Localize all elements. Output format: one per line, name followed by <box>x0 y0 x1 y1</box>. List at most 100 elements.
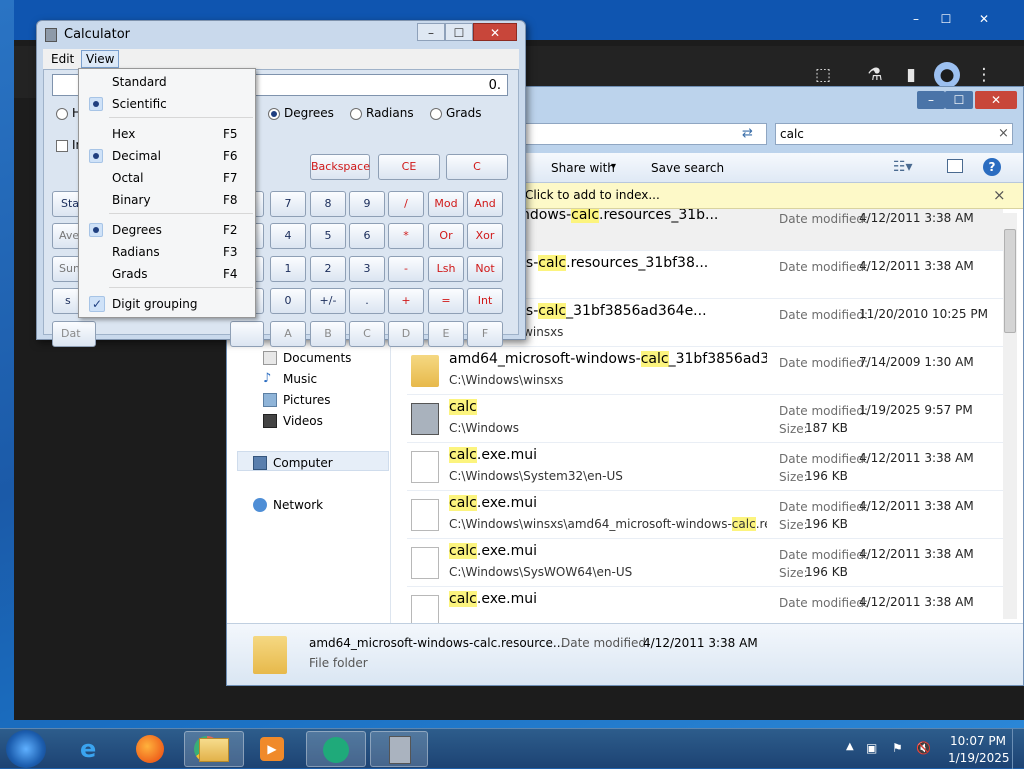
clock-time[interactable]: 10:07 PM <box>950 734 1006 748</box>
nav-item-network[interactable]: Network <box>273 498 323 512</box>
key-9[interactable]: 9 <box>349 191 385 217</box>
result-row[interactable]: calc C:\Windows Date modified: 1/19/2025 9:… <box>407 395 1003 443</box>
view-menu-item-degrees[interactable]: Degrees F2 <box>79 219 255 241</box>
view-menu-item-grads[interactable]: Grads F4 <box>79 263 255 285</box>
key-decimal[interactable]: . <box>349 288 385 314</box>
key-5[interactable]: 5 <box>310 223 346 249</box>
view-menu-item-standard[interactable]: Standard <box>79 71 255 93</box>
view-menu-item-scientific[interactable]: Scientific <box>79 93 255 115</box>
key-plus[interactable]: + <box>388 288 424 314</box>
save-search-button[interactable]: Save search <box>651 161 724 175</box>
view-menu-item-octal[interactable]: Octal F7 <box>79 167 255 189</box>
key-8[interactable]: 8 <box>310 191 346 217</box>
result-row[interactable]: calc.exe.mui C:\Windows\SysWOW64\en-US Dat… <box>407 539 1003 587</box>
taskbar-media-player[interactable]: ▶ <box>244 731 302 767</box>
key-minus[interactable]: - <box>388 256 424 282</box>
result-row[interactable]: calc.exe.mui C:\Windows\System32\en-US Dat… <box>407 443 1003 491</box>
result-row[interactable]: calc.exe.mui C:\Windows\winsxs\amd64_micr… <box>407 491 1003 539</box>
result-name[interactable]: calc.exe.mui <box>449 447 767 463</box>
key-d[interactable]: D <box>388 321 424 347</box>
key-1[interactable]: 1 <box>270 256 306 282</box>
key-c[interactable]: C <box>349 321 385 347</box>
view-options-icon[interactable]: ☷▾ <box>893 159 913 175</box>
show-desktop-button[interactable] <box>1012 729 1024 769</box>
result-name[interactable]: calc.exe.mui <box>449 543 767 559</box>
browser-close-button[interactable]: ✕ <box>970 10 998 28</box>
explorer-minimize-button[interactable]: – <box>917 91 945 109</box>
calculator-minimize-button[interactable]: – <box>417 23 445 41</box>
key-not[interactable]: Not <box>467 256 503 282</box>
extensions-icon[interactable]: ⬚ <box>810 62 836 88</box>
taskbar-calculator[interactable] <box>370 731 428 767</box>
browser-menu-icon[interactable]: ⋮ <box>971 62 997 88</box>
clock-date[interactable]: 1/19/2025 <box>948 751 1010 765</box>
result-name[interactable]: amd64_microsoft-windows-calc_31bf3856ad3… <box>449 351 767 367</box>
key-7[interactable]: 7 <box>270 191 306 217</box>
key-f[interactable]: F <box>467 321 503 347</box>
info-bar-close-icon[interactable]: × <box>993 186 1006 204</box>
menu-edit[interactable]: Edit <box>51 52 74 66</box>
nav-item-documents[interactable]: Documents <box>283 351 351 365</box>
search-clear-icon[interactable]: × <box>998 126 1009 141</box>
key-2[interactable]: 2 <box>310 256 346 282</box>
key-6[interactable]: 6 <box>349 223 385 249</box>
result-name[interactable]: calc <box>449 399 767 415</box>
result-name[interactable]: calc.exe.mui <box>449 495 767 511</box>
key-and[interactable]: And <box>467 191 503 217</box>
key-plusdivideminus[interactable]: +/- <box>310 288 346 314</box>
calculator-maximize-button[interactable]: ☐ <box>445 23 473 41</box>
taskbar-ie[interactable]: e <box>66 731 124 767</box>
key-0[interactable]: 0 <box>270 288 306 314</box>
view-menu-item-hex[interactable]: Hex F5 <box>79 123 255 145</box>
network-tray-icon[interactable]: ▣ <box>866 741 877 755</box>
show-hidden-icons-icon[interactable]: ▲ <box>846 741 854 752</box>
browser-minimize-button[interactable]: – <box>902 10 930 28</box>
side-panel-icon[interactable]: ▮ <box>898 62 924 88</box>
result-name[interactable]: calc.exe.mui <box>449 591 767 607</box>
explorer-close-button[interactable]: ✕ <box>975 91 1017 109</box>
taskbar-firefox[interactable] <box>122 731 180 767</box>
taskbar-media-center[interactable] <box>306 731 366 767</box>
scrollbar-thumb[interactable] <box>1004 229 1016 333</box>
view-menu-item-decimal[interactable]: Decimal F6 <box>79 145 255 167</box>
nav-item-music[interactable]: Music <box>283 372 317 386</box>
key-lsh[interactable]: Lsh <box>428 256 464 282</box>
key-3[interactable]: 3 <box>349 256 385 282</box>
view-menu-item-digit-grouping[interactable]: ✓ Digit grouping <box>79 293 255 315</box>
menu-view[interactable]: View <box>81 50 120 68</box>
share-with-button[interactable]: Share with <box>551 161 615 175</box>
start-button-icon[interactable] <box>6 730 46 768</box>
calculator-title-bar[interactable]: Calculator – ☐ ✕ <box>37 21 525 49</box>
nav-item-videos[interactable]: Videos <box>283 414 323 428</box>
calculator-close-button[interactable]: ✕ <box>473 23 517 41</box>
key-mod[interactable]: Mod <box>428 191 464 217</box>
key-int[interactable]: Int <box>467 288 503 314</box>
nav-item-pictures[interactable]: Pictures <box>283 393 331 407</box>
volume-muted-icon[interactable]: 🔇 <box>916 741 931 755</box>
nav-item-computer[interactable]: Computer <box>273 456 333 470</box>
result-row[interactable]: calc.exe.mui Date modified: 4/12/2011 3:38… <box>407 587 1003 623</box>
action-center-flag-icon[interactable]: ⚑ <box>892 741 903 755</box>
view-menu-item-binary[interactable]: Binary F8 <box>79 189 255 211</box>
browser-maximize-button[interactable]: ☐ <box>932 10 960 28</box>
view-menu-item-radians[interactable]: Radians F3 <box>79 241 255 263</box>
key-equals[interactable]: = <box>428 288 464 314</box>
results-scrollbar[interactable] <box>1003 213 1017 619</box>
key-b[interactable]: B <box>310 321 346 347</box>
preview-pane-icon[interactable] <box>947 159 963 173</box>
key-xor[interactable]: Xor <box>467 223 503 249</box>
key-e[interactable]: E <box>428 321 464 347</box>
key-divide[interactable]: / <box>388 191 424 217</box>
key-or[interactable]: Or <box>428 223 464 249</box>
key-4[interactable]: 4 <box>270 223 306 249</box>
profile-avatar-icon[interactable]: ● <box>934 62 960 88</box>
taskbar-explorer[interactable] <box>184 731 244 767</box>
search-input[interactable]: calc × <box>775 123 1013 145</box>
explorer-maximize-button[interactable]: ☐ <box>945 91 973 109</box>
help-icon[interactable]: ? <box>983 158 1001 176</box>
share-with-arrow-icon[interactable]: ▾ <box>611 161 616 172</box>
result-row[interactable]: amd64_microsoft-windows-calc_31bf3856ad3… <box>407 347 1003 395</box>
key-multiply[interactable]: * <box>388 223 424 249</box>
key-a[interactable]: A <box>270 321 306 347</box>
refresh-icon[interactable]: ⇄ <box>742 126 753 141</box>
